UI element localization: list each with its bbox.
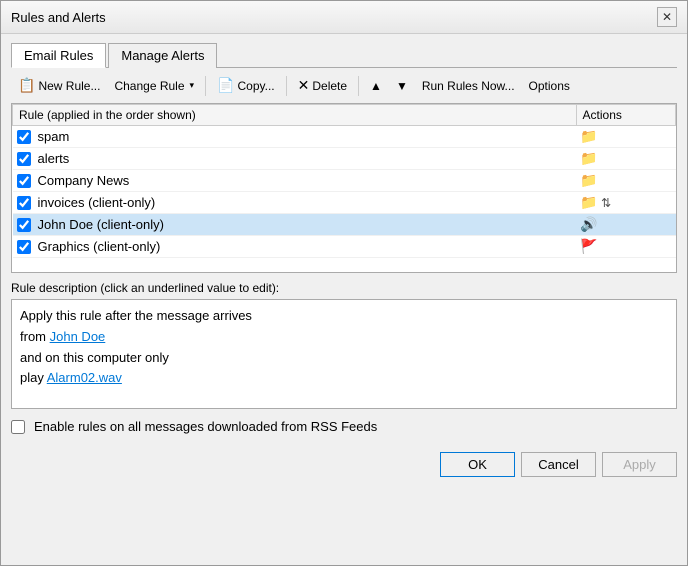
new-rule-icon: 📋 [18,77,35,94]
apply-button[interactable]: Apply [602,452,677,477]
folder-icon: 📁 [580,194,597,210]
rule-checkbox[interactable] [17,130,31,144]
copy-icon: 📄 [217,77,234,94]
close-button[interactable]: ✕ [657,7,677,27]
rule-checkbox[interactable] [17,196,31,210]
run-rules-button[interactable]: Run Rules Now... [415,76,522,96]
toolbar-separator-1 [205,76,206,96]
rule-label: Graphics (client-only) [38,239,161,254]
rss-checkbox[interactable] [11,420,25,434]
sort-icon: ⇅ [601,196,611,210]
rule-checkbox[interactable] [17,218,31,232]
toolbar-separator-2 [286,76,287,96]
folder-icon: 📁 [580,172,597,188]
rule-checkbox[interactable] [17,240,31,254]
folder-icon: 📁 [580,128,597,144]
table-row[interactable]: invoices (client-only) 📁 ⇅ [13,192,676,214]
rule-desc-alarm-link[interactable]: Alarm02.wav [47,370,122,385]
change-rule-button[interactable]: Change Rule ▾ [107,76,201,96]
rss-row: Enable rules on all messages downloaded … [11,419,677,434]
tab-manage-alerts[interactable]: Manage Alerts [108,43,217,68]
toolbar: 📋 New Rule... Change Rule ▾ 📄 Copy... ✕ … [11,74,677,97]
options-button[interactable]: Options [522,76,577,96]
rule-label: John Doe (client-only) [38,217,164,232]
tab-bar: Email Rules Manage Alerts [11,42,677,68]
rule-desc-john-doe-link[interactable]: John Doe [50,329,106,344]
rule-label: alerts [38,151,70,166]
title-bar: Rules and Alerts ✕ [1,1,687,34]
rule-label: spam [38,129,70,144]
table-row[interactable]: John Doe (client-only) 🔊 [13,214,676,236]
delete-icon: ✕ [298,77,310,94]
rule-label: invoices (client-only) [38,195,156,210]
move-down-button[interactable]: ▼ [389,76,415,96]
rule-description-box: Apply this rule after the message arrive… [11,299,677,409]
rule-checkbox[interactable] [17,174,31,188]
cancel-button[interactable]: Cancel [521,452,596,477]
rule-desc-line4-prefix: play [20,370,47,385]
table-row[interactable]: Company News 📁 [13,170,676,192]
ok-button[interactable]: OK [440,452,515,477]
footer-buttons: OK Cancel Apply [11,448,677,477]
col-rule-header: Rule (applied in the order shown) [13,105,577,126]
rule-desc-line2-prefix: from [20,329,50,344]
change-rule-dropdown-icon: ▾ [190,80,195,91]
rule-label: Company News [38,173,130,188]
folder-icon: 📁 [580,150,597,166]
toolbar-separator-3 [358,76,359,96]
rules-and-alerts-dialog: Rules and Alerts ✕ Email Rules Manage Al… [0,0,688,566]
rule-description-label: Rule description (click an underlined va… [11,281,677,295]
tab-email-rules[interactable]: Email Rules [11,43,106,68]
dialog-title: Rules and Alerts [11,10,106,25]
table-row[interactable]: alerts 📁 [13,148,676,170]
rules-list-container[interactable]: Rule (applied in the order shown) Action… [11,103,677,273]
delete-button[interactable]: ✕ Delete [291,74,354,97]
rss-label[interactable]: Enable rules on all messages downloaded … [34,419,377,434]
sound-icon: 🔊 [580,216,597,232]
rule-checkbox[interactable] [17,152,31,166]
copy-button[interactable]: 📄 Copy... [210,74,282,97]
move-up-button[interactable]: ▲ [363,76,389,96]
dialog-body: Email Rules Manage Alerts 📋 New Rule... … [1,34,687,565]
rule-desc-line3: and on this computer only [20,350,169,365]
col-actions-header: Actions [576,105,675,126]
table-row[interactable]: spam 📁 [13,126,676,148]
rule-desc-line1: Apply this rule after the message arrive… [20,308,252,323]
table-row[interactable]: Graphics (client-only) 🚩 [13,236,676,258]
new-rule-button[interactable]: 📋 New Rule... [11,74,107,97]
flag-icon: 🚩 [580,238,597,254]
rules-table: Rule (applied in the order shown) Action… [12,104,676,258]
